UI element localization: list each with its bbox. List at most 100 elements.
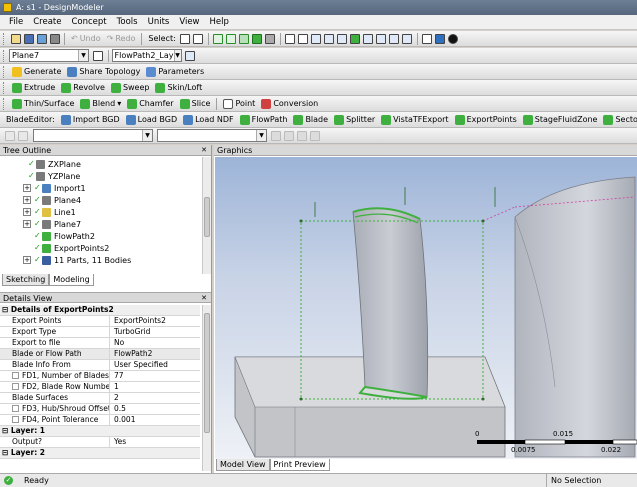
blade-button[interactable]: Blade bbox=[290, 113, 331, 127]
details-row[interactable]: Blade or Flow Path FlowPath2 bbox=[0, 349, 200, 360]
zoom-icon[interactable] bbox=[311, 33, 322, 44]
zoom-to-selection-icon[interactable] bbox=[350, 33, 361, 44]
plane-combo[interactable]: Plane7 ▼ bbox=[9, 49, 89, 62]
details-section-header[interactable]: ⊟ Details of ExportPoints2 bbox=[0, 305, 200, 316]
select-mode-icon[interactable] bbox=[180, 33, 191, 44]
details-row[interactable]: Blade Surfaces 2 bbox=[0, 393, 200, 404]
pin-icon[interactable]: ✕ bbox=[201, 145, 207, 156]
export-icon[interactable] bbox=[36, 33, 47, 44]
triad-icon[interactable] bbox=[422, 33, 433, 44]
sketch-tool-icon[interactable] bbox=[297, 130, 307, 141]
details-layer-header[interactable]: ⊟ Layer: 1 bbox=[0, 426, 200, 437]
pan-icon[interactable] bbox=[298, 33, 309, 44]
sketch-combo[interactable]: FlowPath2_Lay ▼ bbox=[111, 49, 182, 62]
parameter-checkbox[interactable] bbox=[12, 383, 19, 390]
parameter-checkbox[interactable] bbox=[12, 372, 19, 379]
tab-model-view[interactable]: Model View bbox=[216, 459, 270, 471]
tab-modeling[interactable]: Modeling bbox=[49, 274, 94, 286]
vistatf-export-button[interactable]: VistaTFExport bbox=[378, 113, 451, 127]
next-view-icon[interactable] bbox=[389, 33, 400, 44]
generate-button[interactable]: Generate bbox=[9, 65, 64, 79]
tree-item-plane7[interactable]: + ✓ Plane7 bbox=[23, 218, 81, 230]
skin-loft-button[interactable]: Skin/Loft bbox=[152, 81, 205, 95]
slice-button[interactable]: Slice bbox=[177, 97, 214, 111]
new-icon[interactable] bbox=[10, 33, 21, 44]
share-topology-button[interactable]: Share Topology bbox=[64, 65, 143, 79]
parameter-checkbox[interactable] bbox=[12, 405, 19, 412]
details-layer-header[interactable]: ⊟ Layer: 2 bbox=[0, 448, 200, 459]
graphics-viewport[interactable]: 0 0.015 0.0075 0.022 bbox=[215, 157, 637, 459]
sketch-tool-icon[interactable] bbox=[271, 130, 281, 141]
details-row[interactable]: FD2, Blade Row Number 1 bbox=[0, 382, 200, 393]
menu-units[interactable]: Units bbox=[143, 15, 175, 30]
display-point-icon[interactable] bbox=[448, 33, 459, 44]
previous-view-icon[interactable] bbox=[376, 33, 387, 44]
export-points-button[interactable]: ExportPoints bbox=[452, 113, 520, 127]
details-row[interactable]: Output? Yes bbox=[0, 437, 200, 448]
thin-surface-button[interactable]: Thin/Surface bbox=[9, 97, 77, 111]
menu-concept[interactable]: Concept bbox=[66, 15, 111, 30]
details-row[interactable]: Export Type TurboGrid bbox=[0, 327, 200, 338]
conversion-button[interactable]: Conversion bbox=[258, 97, 321, 111]
body-filter-icon[interactable] bbox=[252, 33, 263, 44]
details-row[interactable]: FD1, Number of Blades 77 bbox=[0, 371, 200, 382]
menu-create[interactable]: Create bbox=[28, 15, 66, 30]
sketch-tool-icon[interactable] bbox=[17, 130, 28, 141]
sketch-tool-icon[interactable] bbox=[310, 130, 320, 141]
splitter-button[interactable]: Splitter bbox=[331, 113, 378, 127]
stage-fluid-zone-button[interactable]: StageFluidZone bbox=[520, 113, 601, 127]
point-button[interactable]: Point bbox=[220, 97, 258, 111]
details-row[interactable]: FD3, Hub/Shroud Offset %0.5 bbox=[0, 404, 200, 415]
tab-print-preview[interactable]: Print Preview bbox=[269, 459, 330, 471]
tree-item-zxplane[interactable]: ✓ ZXPlane bbox=[28, 158, 81, 170]
zoom-fit-icon[interactable] bbox=[337, 33, 348, 44]
isometric-view-icon[interactable] bbox=[402, 33, 413, 44]
revolve-button[interactable]: Revolve bbox=[58, 81, 108, 95]
sketch-filter-combo-2[interactable]: ▼ bbox=[157, 129, 267, 142]
menu-help[interactable]: Help bbox=[205, 15, 234, 30]
redo-button[interactable]: ↷ Redo bbox=[104, 32, 139, 46]
display-model-icon[interactable] bbox=[435, 33, 446, 44]
menu-file[interactable]: File bbox=[4, 15, 28, 30]
new-sketch-icon[interactable] bbox=[184, 50, 195, 61]
face-filter-icon[interactable] bbox=[239, 33, 250, 44]
tree-item-flowpath2[interactable]: ✓ FlowPath2 bbox=[34, 230, 95, 242]
tree-item-plane4[interactable]: + ✓ Plane4 bbox=[23, 194, 81, 206]
tree-item-exportpoints2[interactable]: ✓ ExportPoints2 bbox=[34, 242, 109, 254]
magnifier-icon[interactable] bbox=[363, 33, 374, 44]
parameters-button[interactable]: Parameters bbox=[143, 65, 207, 79]
flowpath-button[interactable]: FlowPath bbox=[237, 113, 291, 127]
select-filter-icon[interactable] bbox=[193, 33, 204, 44]
edge-filter-icon[interactable] bbox=[226, 33, 237, 44]
load-bgd-button[interactable]: Load BGD bbox=[123, 113, 180, 127]
undo-button[interactable]: ↶ Undo bbox=[68, 32, 104, 46]
extend-selection-icon[interactable] bbox=[265, 33, 276, 44]
tab-sketching[interactable]: Sketching bbox=[2, 274, 50, 286]
sketch-filter-combo[interactable]: ▼ bbox=[33, 129, 153, 142]
sketch-tool-icon[interactable] bbox=[284, 130, 294, 141]
chamfer-button[interactable]: Chamfer bbox=[124, 97, 176, 111]
sketch-tool-icon[interactable] bbox=[4, 130, 15, 141]
details-row[interactable]: FD4, Point Tolerance 0.001 bbox=[0, 415, 200, 426]
pin-icon[interactable]: ✕ bbox=[201, 293, 207, 304]
menu-view[interactable]: View bbox=[174, 15, 204, 30]
details-row[interactable]: Export Points ExportPoints2 bbox=[0, 316, 200, 327]
blend-button[interactable]: Blend ▾ bbox=[77, 97, 124, 111]
menu-tools[interactable]: Tools bbox=[112, 15, 143, 30]
tree-item-yzplane[interactable]: ✓ YZPlane bbox=[28, 170, 80, 182]
tree-item-parts-bodies[interactable]: + ✓ 11 Parts, 11 Bodies bbox=[23, 254, 131, 266]
tree-item-import1[interactable]: + ✓ Import1 bbox=[23, 182, 86, 194]
details-row[interactable]: Export to file No bbox=[0, 338, 200, 349]
import-bgd-button[interactable]: Import BGD bbox=[58, 113, 123, 127]
parameter-checkbox[interactable] bbox=[12, 416, 19, 423]
tree-item-line1[interactable]: + ✓ Line1 bbox=[23, 206, 76, 218]
sweep-button[interactable]: Sweep bbox=[108, 81, 153, 95]
sector-cut-button[interactable]: SectorCut bbox=[600, 113, 637, 127]
box-zoom-icon[interactable] bbox=[324, 33, 335, 44]
details-scrollbar[interactable] bbox=[202, 305, 211, 471]
save-icon[interactable] bbox=[23, 33, 34, 44]
load-ndf-button[interactable]: Load NDF bbox=[180, 113, 236, 127]
new-plane-icon[interactable] bbox=[93, 50, 103, 61]
extrude-button[interactable]: Extrude bbox=[9, 81, 58, 95]
screenshot-icon[interactable] bbox=[49, 33, 60, 44]
